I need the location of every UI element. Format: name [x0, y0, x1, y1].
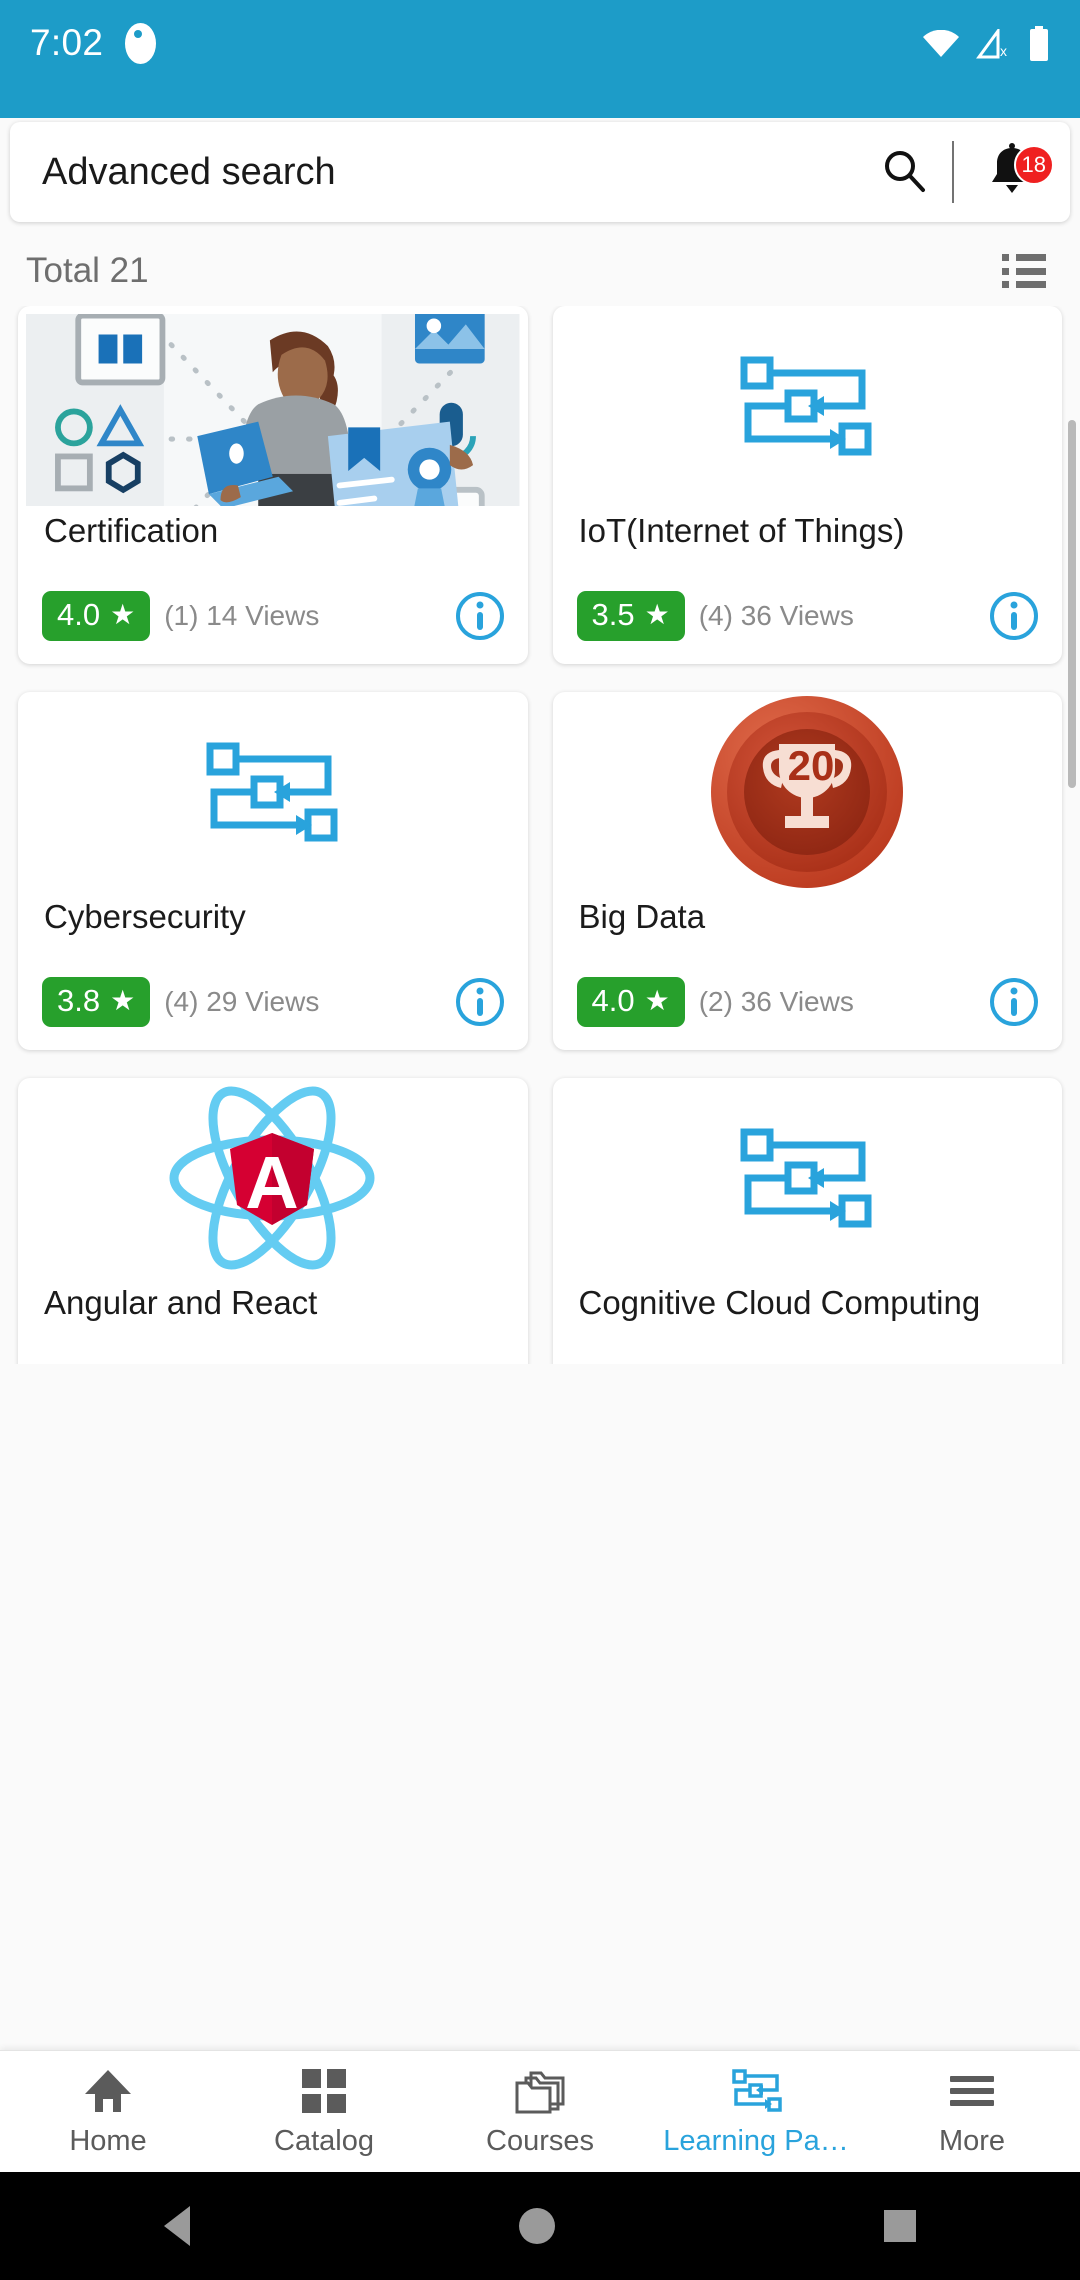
hamburger-menu-icon: [948, 2065, 996, 2117]
nav-item-courses[interactable]: Courses: [432, 2065, 648, 2158]
nav-label: More: [938, 2125, 1006, 2157]
card-title: Certification: [44, 512, 219, 549]
card-footer: ★: [18, 1362, 528, 1364]
card-title: Angular and React: [44, 1284, 318, 1321]
status-bar-right: x: [922, 22, 1050, 62]
status-bar: 7:02 x: [0, 0, 1080, 118]
battery-full-icon: [1028, 26, 1050, 62]
nav-label: Home: [69, 2125, 147, 2157]
vertical-scrollbar[interactable]: [1068, 420, 1076, 788]
cellular-no-signal-icon: x: [976, 29, 1012, 59]
card-thumbnail: 20: [553, 692, 1063, 892]
card-footer: 3.5 ★ (4) 36 Views: [553, 590, 1063, 664]
course-grid: Certification 4.0 ★ (1) 14 Views IoT(Int…: [0, 306, 1080, 1364]
card-thumbnail: A: [18, 1078, 528, 1278]
folders-icon: [513, 2065, 567, 2117]
recents-square-icon[interactable]: [883, 2210, 916, 2242]
star-icon: ★: [644, 985, 670, 1016]
nav-item-home[interactable]: Home: [0, 2065, 216, 2158]
card-title: Cybersecurity: [44, 898, 246, 935]
results-toolbar: Total 21: [0, 232, 1080, 310]
star-icon: ★: [110, 985, 136, 1016]
views-label: (4) 36 Views: [698, 600, 854, 631]
card-title: Big Data: [578, 898, 706, 935]
course-card[interactable]: Cybersecurity 3.8 ★ (4) 29 Views: [18, 692, 528, 1050]
home-icon: [83, 2065, 133, 2117]
rating-value: 3.8: [57, 983, 101, 1018]
course-card[interactable]: IoT(Internet of Things) 3.5 ★ (4) 36 Vie…: [552, 306, 1063, 664]
nav-label: Catalog: [274, 2125, 374, 2157]
nav-item-catalog[interactable]: Catalog: [216, 2065, 432, 2158]
status-bar-clock: 7:02: [30, 22, 104, 63]
info-icon[interactable]: [454, 1362, 506, 1364]
card-footer: 4.0 ★ (1) 14 Views: [18, 590, 528, 664]
rating-badge: 4.0 ★: [42, 591, 151, 641]
views-label: (2) 36 Views: [698, 986, 854, 1017]
flowchart-icon: [729, 2065, 783, 2117]
search-icon: [880, 146, 928, 199]
total-results-label: Total 21: [26, 251, 149, 290]
course-card[interactable]: 20 Big Data 4.0 ★ (2) 36 Views: [552, 692, 1063, 1050]
app-screen: 7:02 x Advanced search 18 Total 21 Certi…: [0, 0, 1080, 2280]
card-footer: 4.0 ★ (2) 36 Views: [553, 976, 1063, 1050]
status-bar-left: 7:02: [30, 22, 157, 64]
badge-number: 20: [788, 742, 835, 789]
search-input[interactable]: Advanced search: [10, 151, 856, 194]
rating-value: 4.0: [591, 983, 635, 1018]
trophy-badge-20: 20: [711, 696, 904, 888]
flowchart-icon: [740, 356, 872, 456]
search-bar[interactable]: Advanced search 18: [10, 122, 1070, 222]
back-triangle-icon[interactable]: [164, 2206, 191, 2246]
card-title: Cognitive Cloud Computing: [578, 1284, 981, 1321]
rating-value: 4.0: [57, 597, 101, 632]
rating-badge: 3.8 ★: [42, 977, 151, 1027]
course-card[interactable]: A Angular and React ★: [18, 1078, 528, 1364]
system-navigation-bar: [0, 2172, 1080, 2280]
views-label: (4) 29 Views: [164, 986, 320, 1017]
info-icon[interactable]: [454, 976, 506, 1028]
notification-count-badge: 18: [1013, 144, 1054, 185]
course-card[interactable]: Cognitive Cloud Computing ★: [552, 1078, 1063, 1364]
home-circle-icon[interactable]: [518, 2208, 555, 2244]
certification-illustration: [26, 314, 520, 506]
course-grid-scroll[interactable]: Certification 4.0 ★ (1) 14 Views IoT(Int…: [0, 306, 1080, 1364]
search-button[interactable]: [856, 146, 952, 199]
list-view-icon[interactable]: [1002, 254, 1046, 288]
wifi-icon: [922, 30, 960, 58]
info-icon[interactable]: [988, 590, 1040, 642]
rating-badge: 3.5 ★: [576, 591, 685, 641]
nav-item-learning-path[interactable]: Learning Pa…: [648, 2065, 864, 2158]
angular-react-atom-logo: A: [169, 1086, 375, 1269]
info-icon[interactable]: [454, 590, 506, 642]
nav-label: Learning Pa…: [663, 2125, 849, 2157]
course-card[interactable]: Certification 4.0 ★ (1) 14 Views: [18, 306, 528, 664]
rating-badge: 4.0 ★: [576, 977, 685, 1027]
info-icon[interactable]: [988, 976, 1040, 1028]
svg-text:A: A: [246, 1141, 299, 1224]
grid-squares-icon: [300, 2065, 348, 2117]
card-thumbnail: [553, 1078, 1063, 1278]
nav-label: Courses: [486, 2125, 594, 2157]
card-footer: ★: [553, 1362, 1063, 1364]
nav-item-more[interactable]: More: [864, 2065, 1080, 2158]
card-thumbnail: [18, 306, 528, 506]
card-thumbnail: [18, 692, 528, 892]
rating-value: 3.5: [591, 597, 635, 632]
flowchart-icon: [206, 742, 338, 842]
card-title: IoT(Internet of Things): [578, 512, 905, 549]
svg-text:x: x: [1000, 43, 1007, 59]
notifications-button[interactable]: 18: [954, 142, 1070, 202]
bottom-navigation: Home Catalog Courses Learning Pa… More: [0, 2050, 1080, 2172]
info-icon[interactable]: [988, 1362, 1040, 1364]
star-icon: ★: [110, 599, 136, 630]
star-icon: ★: [644, 599, 670, 630]
card-footer: 3.8 ★ (4) 29 Views: [18, 976, 528, 1050]
flowchart-icon: [740, 1128, 872, 1228]
views-label: (1) 14 Views: [164, 600, 320, 631]
app-notification-icon: [125, 22, 157, 64]
card-thumbnail: [553, 306, 1063, 506]
